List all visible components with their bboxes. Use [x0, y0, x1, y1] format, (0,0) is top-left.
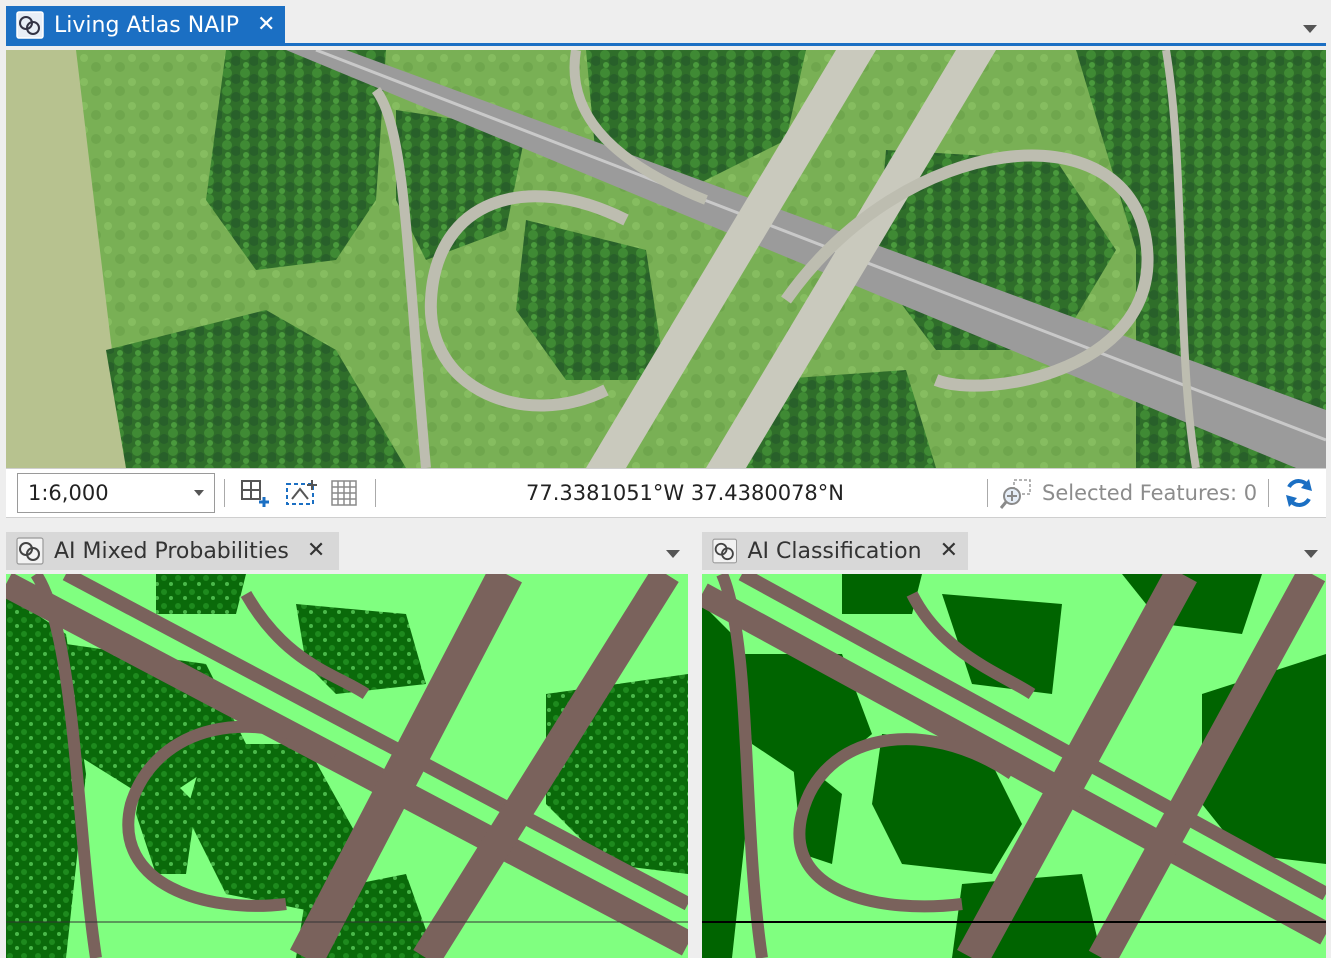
tab-ai-mixed-probabilities[interactable]: AI Mixed Probabilities ✕ — [6, 532, 339, 570]
map-view-icon — [16, 11, 44, 39]
probability-raster — [6, 574, 688, 958]
map-view-icon — [712, 538, 738, 564]
aerial-imagery — [6, 50, 1326, 468]
ai-classification-map[interactable] — [702, 574, 1326, 958]
adjust-extent-icon[interactable] — [284, 477, 318, 509]
tab-label: AI Mixed Probabilities — [54, 538, 289, 564]
refresh-icon[interactable] — [1282, 476, 1316, 510]
ai-mixed-probabilities-map[interactable] — [6, 574, 688, 958]
selected-features-count: Selected Features: 0 — [1042, 481, 1258, 505]
cursor-coordinates: 77.3381051°W 37.4380078°N — [526, 481, 844, 505]
left-view-tabstrip: AI Mixed Probabilities ✕ — [6, 530, 688, 574]
tab-label: Living Atlas NAIP — [54, 12, 240, 38]
dropdown-arrow-icon[interactable] — [666, 550, 680, 558]
dropdown-arrow-icon[interactable] — [1303, 25, 1317, 33]
separator — [224, 479, 225, 507]
naip-imagery-map[interactable] — [6, 50, 1326, 468]
close-icon[interactable]: ✕ — [307, 540, 325, 562]
main-view-tabstrip: Living Atlas NAIP ✕ — [0, 0, 1331, 48]
map-view-icon — [16, 537, 44, 565]
map-status-bar: 1:6,000 77.3381051°W 37.4380078°N Select… — [6, 468, 1326, 518]
scale-selector[interactable]: 1:6,000 — [17, 473, 215, 513]
classification-raster — [702, 574, 1326, 958]
dropdown-arrow-icon[interactable] — [1304, 550, 1318, 558]
right-view-tabstrip: AI Classification ✕ — [702, 530, 1326, 574]
tab-label: AI Classification — [747, 538, 922, 564]
chevron-down-icon — [194, 490, 204, 496]
grid-icon[interactable] — [330, 479, 358, 507]
full-extent-icon[interactable] — [240, 477, 272, 509]
separator — [375, 479, 376, 507]
tab-ai-classification[interactable]: AI Classification ✕ — [702, 532, 968, 570]
scale-value: 1:6,000 — [28, 481, 109, 505]
selected-features-icon[interactable] — [1000, 478, 1032, 510]
close-icon[interactable]: ✕ — [940, 540, 958, 562]
active-tab-underline — [6, 43, 1326, 46]
close-icon[interactable]: ✕ — [257, 14, 275, 36]
separator — [987, 479, 988, 507]
tab-living-atlas-naip[interactable]: Living Atlas NAIP ✕ — [6, 6, 286, 44]
separator — [1268, 479, 1269, 507]
